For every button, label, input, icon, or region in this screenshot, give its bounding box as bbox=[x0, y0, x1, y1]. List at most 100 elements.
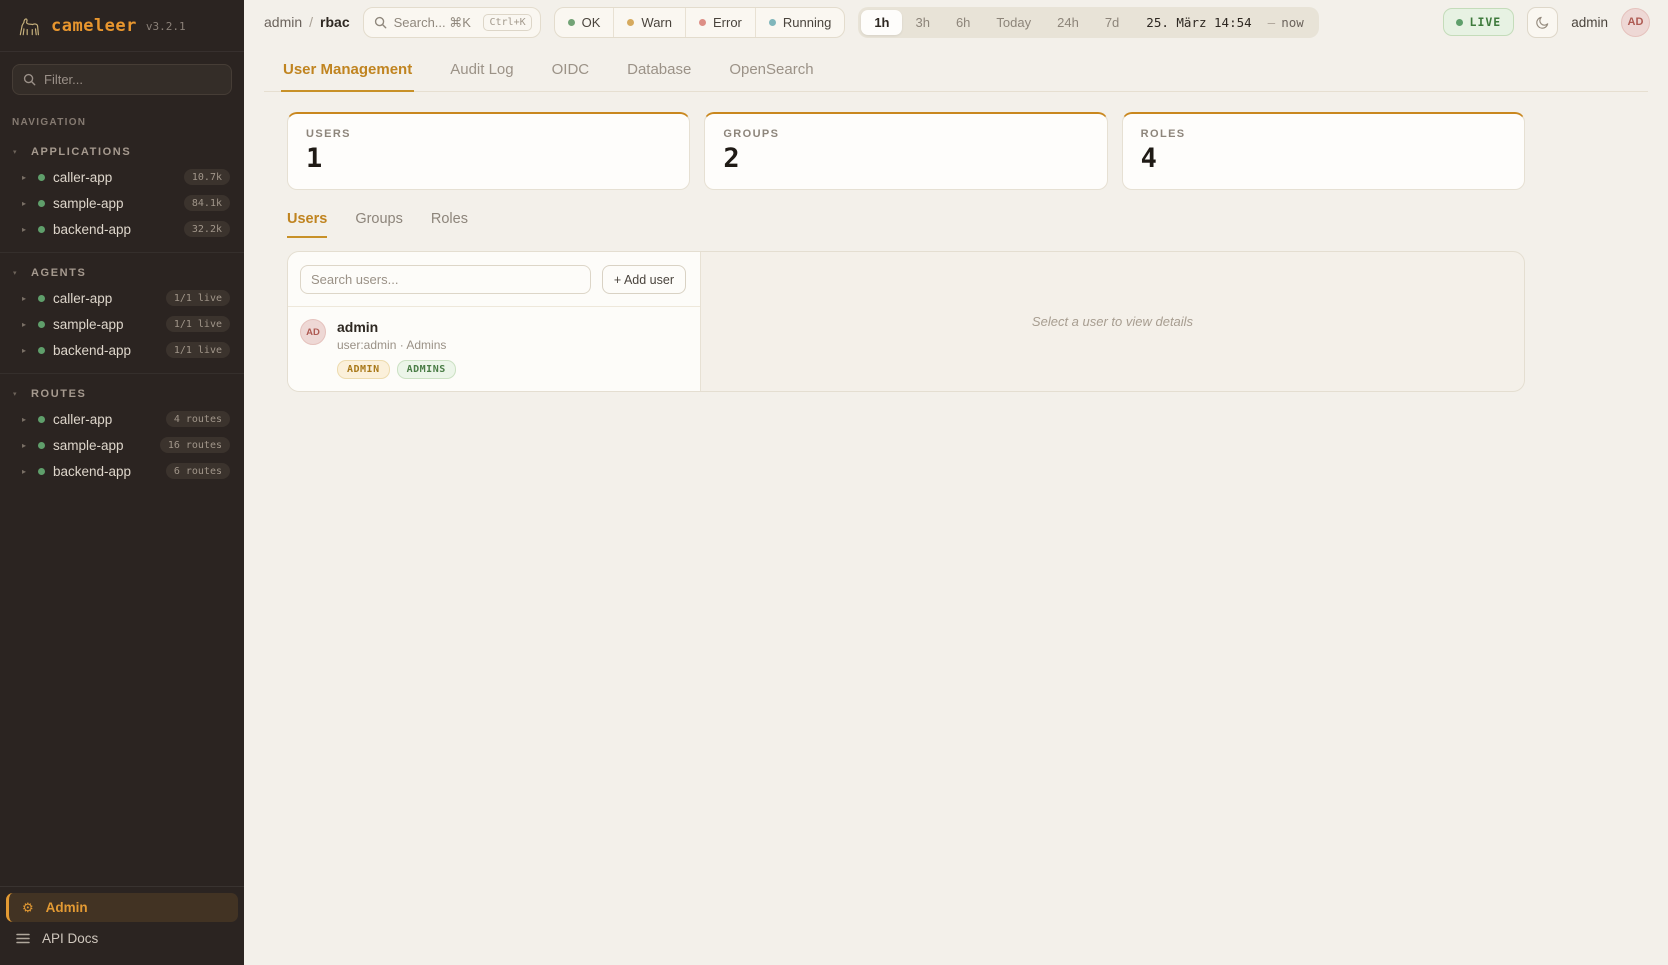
sidebar-item-routes-caller-app[interactable]: ▸ caller-app 4 routes bbox=[8, 406, 236, 432]
chevron-right-icon: ▸ bbox=[22, 173, 30, 182]
status-dot-icon bbox=[38, 416, 45, 423]
status-dot-icon bbox=[38, 226, 45, 233]
tab-database[interactable]: Database bbox=[625, 50, 693, 92]
time-range-end: now bbox=[1281, 15, 1316, 30]
breadcrumb: admin / rbac bbox=[264, 14, 350, 30]
nav-group-routes: ▾ ROUTES ▸ caller-app 4 routes ▸ sample-… bbox=[0, 374, 244, 494]
chevron-down-icon: ▾ bbox=[13, 390, 21, 398]
chevron-right-icon: ▸ bbox=[22, 467, 30, 476]
time-range-1h[interactable]: 1h bbox=[861, 10, 902, 35]
tab-user-management[interactable]: User Management bbox=[281, 50, 414, 92]
subtab-groups[interactable]: Groups bbox=[355, 211, 403, 238]
sidebar-item-admin[interactable]: ⚙ Admin bbox=[6, 893, 238, 922]
status-filter-group: OK Warn Error Running bbox=[554, 7, 846, 38]
status-filter-error[interactable]: Error bbox=[686, 8, 756, 37]
count-badge: 6 routes bbox=[166, 463, 230, 479]
global-search-input[interactable] bbox=[394, 15, 477, 30]
add-user-button[interactable]: + Add user bbox=[602, 265, 686, 294]
sidebar-filter-input[interactable] bbox=[44, 72, 221, 87]
live-status-badge[interactable]: LIVE bbox=[1443, 8, 1515, 36]
user-list-item-admin[interactable]: AD admin user:admin · Admins ADMIN ADMIN… bbox=[288, 307, 700, 391]
stat-card-roles[interactable]: ROLES 4 bbox=[1122, 112, 1525, 190]
count-badge: 84.1k bbox=[184, 195, 230, 211]
status-dot-icon bbox=[38, 442, 45, 449]
sidebar-item-routes-sample-app[interactable]: ▸ sample-app 16 routes bbox=[8, 432, 236, 458]
chevron-down-icon: ▾ bbox=[13, 148, 21, 156]
running-dot-icon bbox=[769, 19, 776, 26]
chevron-right-icon: ▸ bbox=[22, 441, 30, 450]
chevron-right-icon: ▸ bbox=[22, 320, 30, 329]
count-badge: 10.7k bbox=[184, 169, 230, 185]
theme-toggle-button[interactable] bbox=[1527, 7, 1558, 38]
user-name: admin bbox=[337, 319, 456, 335]
search-icon bbox=[374, 16, 387, 29]
list-icon bbox=[16, 933, 30, 944]
status-filter-warn[interactable]: Warn bbox=[614, 8, 686, 37]
chevron-right-icon: ▸ bbox=[22, 199, 30, 208]
sidebar-item-applications-backend-app[interactable]: ▸ backend-app 32.2k bbox=[8, 216, 236, 242]
count-badge: 4 routes bbox=[166, 411, 230, 427]
nav-group-applications: ▾ APPLICATIONS ▸ caller-app 10.7k ▸ samp… bbox=[0, 132, 244, 253]
chevron-right-icon: ▸ bbox=[22, 225, 30, 234]
status-filter-ok[interactable]: OK bbox=[555, 8, 615, 37]
nav-group-header-routes[interactable]: ▾ ROUTES bbox=[8, 382, 236, 406]
search-icon bbox=[23, 73, 36, 86]
nav-group-header-applications[interactable]: ▾ APPLICATIONS bbox=[8, 140, 236, 164]
chevron-down-icon: ▾ bbox=[13, 269, 21, 277]
time-range-group: 1h 3h 6h Today 24h 7d 25. März 14:54 — n… bbox=[858, 7, 1318, 38]
chevron-right-icon: ▸ bbox=[22, 346, 30, 355]
chevron-right-icon: ▸ bbox=[22, 294, 30, 303]
time-range-24h[interactable]: 24h bbox=[1044, 10, 1092, 35]
status-filter-running[interactable]: Running bbox=[756, 8, 844, 37]
users-panel: + Add user AD admin user:admin · Admins … bbox=[287, 251, 1525, 392]
sidebar-item-api-docs[interactable]: API Docs bbox=[6, 924, 238, 953]
global-search-box[interactable]: Ctrl+K bbox=[363, 7, 541, 38]
sidebar-item-applications-sample-app[interactable]: ▸ sample-app 84.1k bbox=[8, 190, 236, 216]
topbar: admin / rbac Ctrl+K OK Warn bbox=[244, 0, 1668, 44]
nav-group-header-agents[interactable]: ▾ AGENTS bbox=[8, 261, 236, 285]
status-dot-icon bbox=[38, 321, 45, 328]
user-search-input[interactable] bbox=[300, 265, 591, 294]
tab-opensearch[interactable]: OpenSearch bbox=[727, 50, 815, 92]
sidebar-item-agents-caller-app[interactable]: ▸ caller-app 1/1 live bbox=[8, 285, 236, 311]
count-badge: 1/1 live bbox=[166, 342, 230, 358]
count-badge: 1/1 live bbox=[166, 290, 230, 306]
breadcrumb-parent[interactable]: admin bbox=[264, 14, 302, 30]
time-range-today[interactable]: Today bbox=[983, 10, 1044, 35]
sidebar-footer: ⚙ Admin API Docs bbox=[0, 886, 244, 965]
stat-card-users[interactable]: USERS 1 bbox=[287, 112, 690, 190]
count-badge: 16 routes bbox=[160, 437, 230, 453]
tab-oidc[interactable]: OIDC bbox=[550, 50, 592, 92]
sidebar-item-routes-backend-app[interactable]: ▸ backend-app 6 routes bbox=[8, 458, 236, 484]
avatar: AD bbox=[300, 319, 326, 345]
app-version: v3.2.1 bbox=[146, 20, 186, 33]
tab-audit-log[interactable]: Audit Log bbox=[448, 50, 515, 92]
status-dot-icon bbox=[38, 295, 45, 302]
sidebar-item-agents-backend-app[interactable]: ▸ backend-app 1/1 live bbox=[8, 337, 236, 363]
sidebar-filter-box[interactable] bbox=[12, 64, 232, 95]
nav-group-agents: ▾ AGENTS ▸ caller-app 1/1 live ▸ sample-… bbox=[0, 253, 244, 374]
gear-icon: ⚙ bbox=[22, 901, 34, 914]
stat-card-groups[interactable]: GROUPS 2 bbox=[704, 112, 1107, 190]
moon-icon bbox=[1535, 15, 1550, 30]
time-range-7d[interactable]: 7d bbox=[1092, 10, 1132, 35]
chevron-right-icon: ▸ bbox=[22, 415, 30, 424]
user-detail-column: Select a user to view details bbox=[701, 252, 1524, 391]
time-range-6h[interactable]: 6h bbox=[943, 10, 983, 35]
avatar[interactable]: AD bbox=[1621, 8, 1650, 37]
live-dot-icon bbox=[1456, 19, 1463, 26]
sidebar: cameleer v3.2.1 NAVIGATION ▾ APPLICATION… bbox=[0, 0, 244, 965]
count-badge: 32.2k bbox=[184, 221, 230, 237]
status-dot-icon bbox=[38, 200, 45, 207]
time-range-3h[interactable]: 3h bbox=[902, 10, 942, 35]
status-dot-icon bbox=[38, 468, 45, 475]
subtab-users[interactable]: Users bbox=[287, 211, 327, 238]
subtab-roles[interactable]: Roles bbox=[431, 211, 468, 238]
sidebar-item-agents-sample-app[interactable]: ▸ sample-app 1/1 live bbox=[8, 311, 236, 337]
app-title: cameleer bbox=[51, 16, 137, 36]
topbar-username: admin bbox=[1571, 15, 1608, 30]
empty-state-text: Select a user to view details bbox=[1032, 314, 1193, 329]
search-shortcut-kbd: Ctrl+K bbox=[483, 14, 531, 31]
sidebar-item-applications-caller-app[interactable]: ▸ caller-app 10.7k bbox=[8, 164, 236, 190]
role-badge-admin: ADMIN bbox=[337, 360, 390, 379]
